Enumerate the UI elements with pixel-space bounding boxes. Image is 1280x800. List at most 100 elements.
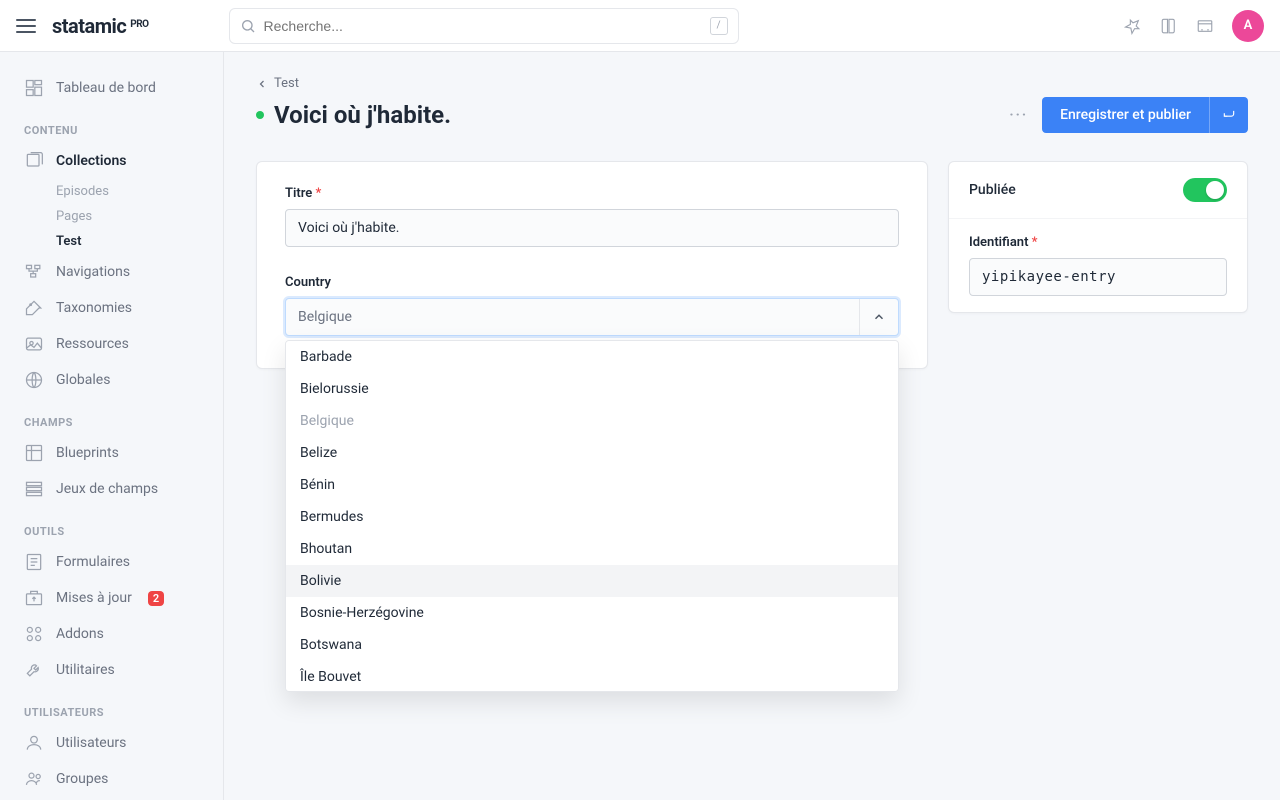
breadcrumb[interactable]: Test [256,76,1248,91]
nav-section-content: CONTENU [0,106,223,143]
country-option[interactable]: Bermudes [286,501,898,533]
country-option[interactable]: Barbade [286,341,898,373]
header-actions: ··· Enregistrer et publier [1009,97,1248,133]
sidebar: Tableau de bord CONTENU Collections Epis… [0,52,224,800]
side-panel: Publiée Identifiant * [948,161,1248,313]
sidebar-item-fieldsets[interactable]: Jeux de champs [0,471,223,507]
country-option[interactable]: Bielorussie [286,373,898,405]
updates-badge: 2 [148,591,164,606]
groups-icon [24,769,44,789]
sidebar-item-label: Navigations [56,264,130,280]
country-option[interactable]: Île Bouvet [286,661,898,692]
sidebar-item-blueprints[interactable]: Blueprints [0,435,223,471]
sidebar-item-updates[interactable]: Mises à jour 2 [0,580,223,616]
sidebar-item-label: Collections [56,153,126,169]
topbar-right: A [1124,10,1264,42]
dashboard-icon [24,78,44,98]
sidebar-item-label: Addons [56,626,104,642]
sidebar-item-label: Tableau de bord [56,80,156,96]
country-label: Country [285,275,899,290]
required-mark: * [316,186,322,201]
brand-badge: PRO [130,19,148,30]
search-input[interactable] [264,18,702,34]
publish-section: Publiée [949,162,1247,219]
nav-section-fields: CHAMPS [0,398,223,435]
page-title-wrap: Voici où j'habite. [256,101,451,129]
content-row: Titre * Country Belgique BarbadeBielorus [256,161,1248,369]
country-toggle[interactable] [859,299,898,335]
sidebar-item-label: Globales [56,372,110,388]
country-dropdown[interactable]: BarbadeBielorussieBelgiqueBelizeBéninBer… [285,340,899,692]
sidebar-item-label: Ressources [56,336,129,352]
sidebar-item-label: Taxonomies [56,300,132,316]
sidebar-item-dashboard[interactable]: Tableau de bord [0,70,223,106]
slug-label: Identifiant * [969,235,1227,250]
sidebar-item-label: Utilisateurs [56,735,126,751]
taxonomies-icon [24,298,44,318]
published-toggle[interactable] [1183,178,1227,202]
menu-toggle[interactable] [16,16,36,36]
site-icon[interactable] [1196,17,1214,35]
save-button[interactable]: Enregistrer et publier [1042,97,1248,133]
sidebar-item-label: Mises à jour [56,590,132,606]
main-form-card: Titre * Country Belgique BarbadeBielorus [256,161,928,369]
breadcrumb-label: Test [274,76,299,91]
search-shortcut: / [710,17,728,35]
page-header: Voici où j'habite. ··· Enregistrer et pu… [256,97,1248,133]
sidebar-item-utilities[interactable]: Utilitaires [0,652,223,688]
sidebar-item-taxonomies[interactable]: Taxonomies [0,290,223,326]
sidebar-subitem-episodes[interactable]: Episodes [56,179,223,204]
country-option[interactable]: Bhoutan [286,533,898,565]
save-dropdown-toggle[interactable] [1209,97,1248,133]
sidebar-item-users[interactable]: Utilisateurs [0,725,223,761]
country-option[interactable]: Bolivie [286,565,898,597]
users-icon [24,733,44,753]
sidebar-item-addons[interactable]: Addons [0,616,223,652]
navigations-icon [24,262,44,282]
avatar[interactable]: A [1232,10,1264,42]
return-icon [1222,108,1236,122]
sidebar-item-forms[interactable]: Formulaires [0,544,223,580]
globals-icon [24,370,44,390]
search-icon [240,18,256,34]
sidebar-subitem-test[interactable]: Test [56,229,223,254]
nav-sub-collections: Episodes Pages Test [0,179,223,254]
updates-icon [24,588,44,608]
sidebar-item-label: Blueprints [56,445,119,461]
sidebar-item-label: Jeux de champs [56,481,158,497]
topbar: statamic PRO / A [0,0,1280,52]
sidebar-item-collections[interactable]: Collections [0,143,223,179]
sidebar-item-label: Formulaires [56,554,130,570]
sidebar-item-globals[interactable]: Globales [0,362,223,398]
slug-input[interactable] [969,258,1227,296]
more-menu[interactable]: ··· [1009,107,1028,123]
page-title: Voici où j'habite. [274,101,451,129]
forms-icon [24,552,44,572]
country-option[interactable]: Bénin [286,469,898,501]
brand-logo[interactable]: statamic PRO [52,14,149,38]
nav-section-tools: OUTILS [0,507,223,544]
field-title: Titre * [285,186,899,247]
sidebar-subitem-pages[interactable]: Pages [56,204,223,229]
nav-section-users: UTILISATEURS [0,688,223,725]
sidebar-item-navigations[interactable]: Navigations [0,254,223,290]
layout: Tableau de bord CONTENU Collections Epis… [0,52,1280,800]
book-icon[interactable] [1160,17,1178,35]
country-option[interactable]: Belize [286,437,898,469]
sidebar-item-resources[interactable]: Ressources [0,326,223,362]
sidebar-item-label: Utilitaires [56,662,115,678]
save-button-label: Enregistrer et publier [1042,97,1209,133]
country-select[interactable]: Belgique [285,298,899,336]
country-option[interactable]: Bosnie-Herzégovine [286,597,898,629]
country-option: Belgique [286,405,898,437]
sidebar-item-groups[interactable]: Groupes [0,761,223,797]
collections-icon [24,151,44,171]
resources-icon [24,334,44,354]
title-input[interactable] [285,209,899,247]
fieldsets-icon [24,479,44,499]
country-option[interactable]: Botswana [286,629,898,661]
main-content: Test Voici où j'habite. ··· Enregistrer … [224,52,1280,800]
pin-icon[interactable] [1124,17,1142,35]
search-box[interactable]: / [229,8,739,44]
toggle-knob [1206,181,1224,199]
